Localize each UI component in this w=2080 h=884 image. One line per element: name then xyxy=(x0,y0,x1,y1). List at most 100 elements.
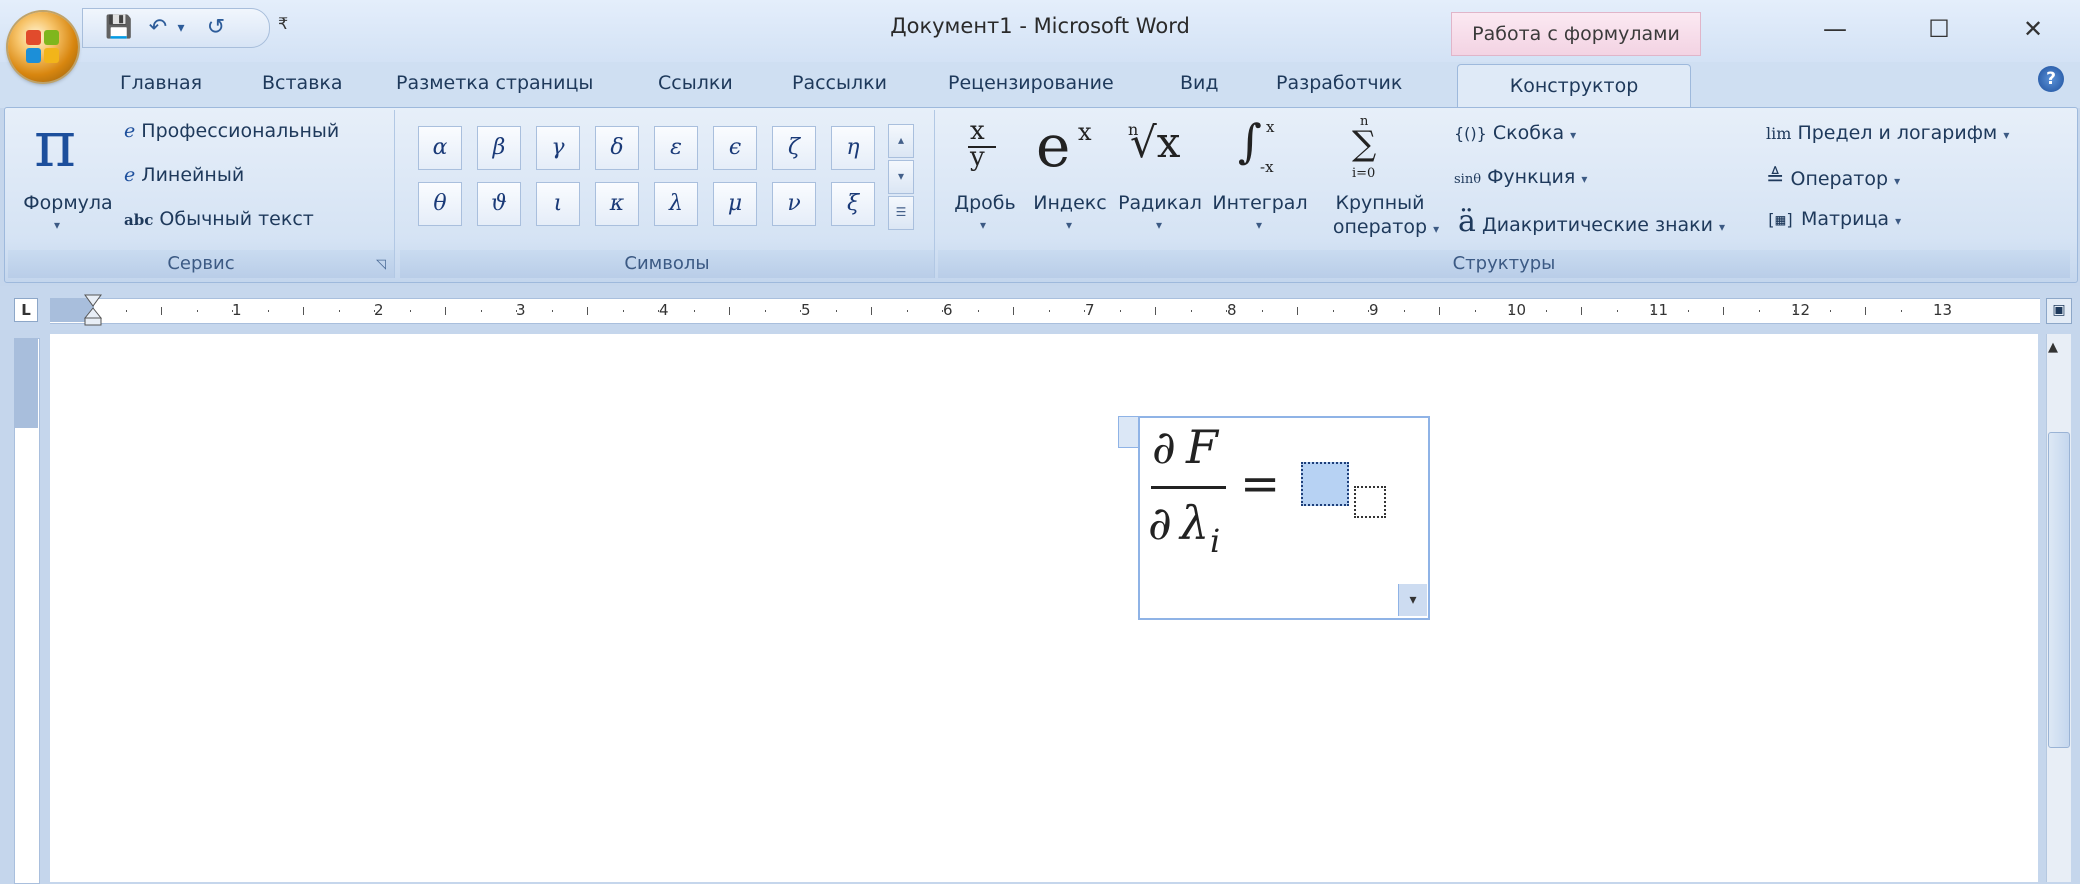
tab-mailings[interactable]: Рассылки xyxy=(792,72,887,94)
linear-button[interactable]: e Линейный xyxy=(124,164,244,186)
symbol-epsilon[interactable]: ε xyxy=(654,126,698,170)
integral-upper-icon: x xyxy=(1266,118,1275,136)
chevron-down-icon: ▾ xyxy=(54,218,61,232)
chevron-down-icon: ▾ xyxy=(1894,174,1901,188)
ribbon-tabs: Главная Вставка Разметка страницы Ссылки… xyxy=(0,62,2080,108)
symbol-beta[interactable]: β xyxy=(477,126,521,170)
function-label: Функция xyxy=(1487,166,1576,188)
radical-button[interactable]: √x n Радикал ▾ xyxy=(1114,116,1206,236)
subscript-index: i xyxy=(1210,522,1221,560)
horizontal-ruler[interactable] xyxy=(50,298,2040,324)
plain-text-button[interactable]: abc Обычный текст xyxy=(124,208,314,230)
radical-label: Радикал xyxy=(1118,192,1202,214)
limit-log-button[interactable]: lim Предел и логарифм ▾ xyxy=(1766,122,2009,144)
symbol-kappa[interactable]: κ xyxy=(595,182,639,226)
chevron-down-icon: ▾ xyxy=(1895,214,1902,228)
equation-options-dropdown-icon[interactable]: ▾ xyxy=(1398,584,1427,616)
close-button[interactable]: ✕ xyxy=(2000,6,2066,52)
ruler-number: 5 xyxy=(801,301,811,319)
symbol-theta-variant[interactable]: ϑ xyxy=(477,182,521,226)
help-icon[interactable]: ? xyxy=(2038,66,2064,92)
selected-placeholder[interactable] xyxy=(1301,462,1349,506)
ruler-tick xyxy=(729,307,730,315)
scrollbar-thumb[interactable] xyxy=(2048,432,2070,748)
matrix-button[interactable]: [▦] Матрица ▾ xyxy=(1766,208,1901,230)
symbol-zeta[interactable]: ζ xyxy=(772,126,816,170)
symbol-mu[interactable]: μ xyxy=(713,182,757,226)
symbol-gamma[interactable]: γ xyxy=(536,126,580,170)
chevron-down-icon: ▾ xyxy=(1066,218,1073,232)
accent-button[interactable]: ä Диакритические знаки ▾ xyxy=(1458,204,1725,239)
symbol-alpha[interactable]: α xyxy=(418,126,462,170)
tab-page-layout[interactable]: Разметка страницы xyxy=(396,72,593,94)
symbol-iota[interactable]: ι xyxy=(536,182,580,226)
scroll-up-icon[interactable]: ▲ xyxy=(2048,340,2058,355)
placeholder[interactable] xyxy=(1354,486,1386,518)
office-button[interactable] xyxy=(8,12,78,82)
bracket-icon: {()} xyxy=(1454,124,1487,143)
tab-selector[interactable]: L xyxy=(14,298,38,322)
ruler-number: 9 xyxy=(1369,301,1379,319)
ruler-tick xyxy=(622,310,624,312)
fraction-button[interactable]: xy Дробь ▾ xyxy=(950,116,1020,236)
formula-button[interactable]: π Формула ▾ xyxy=(14,108,112,242)
bracket-button[interactable]: {()} Скобка ▾ xyxy=(1454,122,1576,144)
document-page[interactable] xyxy=(50,334,2038,882)
gallery-more-icon[interactable]: ☰ xyxy=(888,196,914,230)
ruler-tick xyxy=(1687,310,1689,312)
professional-button[interactable]: e Профессиональный xyxy=(124,120,339,142)
gallery-scroll-down-icon[interactable]: ▾ xyxy=(888,160,914,194)
fraction-label: Дробь xyxy=(954,192,1016,214)
maximize-button[interactable]: ☐ xyxy=(1906,6,1972,52)
tab-view[interactable]: Вид xyxy=(1180,72,1219,94)
symbol-nu[interactable]: ν xyxy=(772,182,816,226)
fraction-icon: xy xyxy=(970,116,985,172)
tab-review[interactable]: Рецензирование xyxy=(948,72,1114,94)
equation-move-handle[interactable] xyxy=(1118,416,1140,448)
ruler-number: 2 xyxy=(374,301,384,319)
ruler-tick xyxy=(1723,307,1724,315)
ruler-tick xyxy=(587,307,588,315)
indent-marker-icon[interactable] xyxy=(83,294,103,326)
gallery-scroll-up-icon[interactable]: ▴ xyxy=(888,124,914,158)
tab-developer[interactable]: Разработчик xyxy=(1276,72,1402,94)
ruler-number: 7 xyxy=(1085,301,1095,319)
window-title: Документ1 - Microsoft Word xyxy=(890,14,1190,38)
chevron-down-icon: ▾ xyxy=(1581,172,1588,186)
symbol-xi[interactable]: ξ xyxy=(831,182,875,226)
radical-index-icon: n xyxy=(1128,120,1139,139)
minimize-button[interactable]: — xyxy=(1802,6,1868,52)
symbol-eta[interactable]: η xyxy=(831,126,875,170)
symbol-epsilon-variant[interactable]: ϵ xyxy=(713,126,757,170)
ruler-tick xyxy=(445,307,446,315)
ruler-number: 3 xyxy=(516,301,526,319)
index-button[interactable]: e x Индекс ▾ xyxy=(1028,112,1112,236)
tab-design[interactable]: Конструктор xyxy=(1457,64,1691,109)
view-ruler-icon[interactable]: ▣ xyxy=(2046,298,2072,324)
large-operator-button[interactable]: n ∑ i=0 Крупный оператор ▾ xyxy=(1314,114,1446,246)
ruler-tick xyxy=(835,310,837,312)
tab-references[interactable]: Ссылки xyxy=(658,72,733,94)
group-symbols-label: Символы xyxy=(400,250,934,278)
dialog-launcher-icon[interactable]: ◹ xyxy=(376,257,386,272)
symbol-lambda[interactable]: λ xyxy=(654,182,698,226)
index-label: Индекс xyxy=(1033,192,1107,214)
symbol-gallery: α β γ δ ε ϵ ζ η θ ϑ ι κ λ μ ν ξ xyxy=(412,122,882,232)
symbol-theta[interactable]: θ xyxy=(418,182,462,226)
sum-lower-icon: i=0 xyxy=(1352,166,1376,181)
ruler-number: 12 xyxy=(1791,301,1811,319)
operator-label: Оператор xyxy=(1790,168,1889,190)
chevron-down-icon: ▾ xyxy=(1570,128,1577,142)
tab-home[interactable]: Главная xyxy=(120,72,202,94)
function-button[interactable]: sinθ Функция ▾ xyxy=(1454,166,1587,188)
script-icon: e xyxy=(1036,112,1071,180)
integral-button[interactable]: ∫ x -x Интеграл ▾ xyxy=(1210,114,1310,236)
operator-button[interactable]: ≜ Оператор ▾ xyxy=(1766,166,1900,191)
ruler-tick xyxy=(693,310,695,312)
ruler-tick xyxy=(480,310,482,312)
ruler-tick xyxy=(1048,310,1050,312)
tab-insert[interactable]: Вставка xyxy=(262,72,343,94)
ruler-tick xyxy=(1545,310,1547,312)
ruler-tick xyxy=(1865,307,1866,315)
symbol-delta[interactable]: δ xyxy=(595,126,639,170)
